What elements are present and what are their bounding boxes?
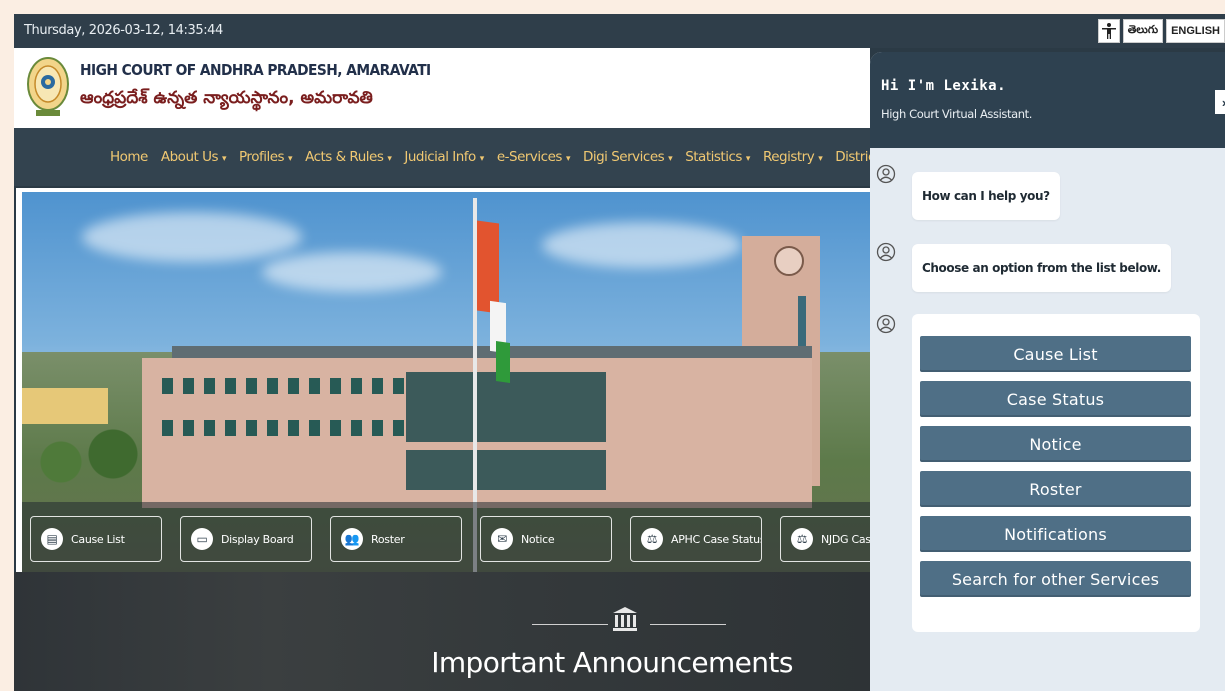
close-icon[interactable]: ›: [1215, 90, 1225, 114]
nav-item-e-services[interactable]: e-Services ▾: [496, 149, 571, 165]
chat-options-card: Cause List Case Status Notice Roster Notific…: [912, 314, 1200, 632]
nav-item-label: Statistics: [685, 149, 742, 165]
nav-item-label: e-Services: [496, 149, 563, 165]
chat-option-roster[interactable]: Roster: [920, 471, 1191, 507]
quick-link-label: Cause List: [71, 532, 125, 546]
chat-option-case-status[interactable]: Case Status: [920, 381, 1191, 417]
nav-item-judicial-info[interactable]: Judicial Info ▾: [404, 149, 485, 165]
quick-link-aphc-case-status[interactable]: ⚖ APHC Case Status: [630, 516, 762, 562]
main-navigation: Home About Us ▾ Profiles ▾ Acts & Rules ▾ Judic…: [14, 128, 870, 186]
quick-link-roster[interactable]: 👥 Roster: [330, 516, 462, 562]
quick-links-strip: ▤ Cause List ▭ Display Board 👥 Roster ✉ Notice ⚖…: [22, 502, 870, 572]
quick-link-label: NJDG Case: [821, 532, 870, 546]
court-name-telugu: ఆంధ్రప్రదేశ్ ఉన్నత న్యాయస్థానం, అమరావతి: [80, 88, 373, 108]
chevron-down-icon: ▾: [222, 154, 227, 164]
nav-item-registry[interactable]: Registry ▾: [762, 149, 823, 165]
announcements-section: Important Announcements: [14, 572, 870, 691]
top-utility-actions: తెలుగు ENGLISH: [1097, 19, 1225, 43]
chevron-down-icon: ▾: [387, 154, 392, 164]
scales-icon: ⚖: [791, 528, 813, 550]
nav-item-label: Digi Services: [582, 149, 665, 165]
nav-item-about-us[interactable]: About Us ▾: [160, 149, 227, 165]
chevron-down-icon: ▾: [288, 154, 293, 164]
chevron-down-icon: ▾: [479, 154, 485, 164]
quick-link-label: Roster: [371, 532, 405, 546]
chat-option-search-for-other-services[interactable]: Search for other Services: [920, 561, 1191, 597]
browser-viewport: Thursday, 2026-03-12, 14:35:44 తెలుగు EN…: [14, 14, 1225, 691]
site-header: HIGH COURT OF ANDHRA PRADESH, AMARAVATI …: [14, 48, 870, 128]
nav-item-label: District: [835, 149, 870, 165]
chat-option-cause-list[interactable]: Cause List: [920, 336, 1191, 372]
envelope-icon: ✉: [491, 528, 513, 550]
nav-item-label: Registry: [762, 149, 815, 165]
chat-message: How can I help you?: [912, 172, 1060, 220]
nav-item-digi-services[interactable]: Digi Services ▾: [582, 149, 673, 165]
language-telugu-link[interactable]: తెలుగు: [1122, 19, 1164, 43]
accessibility-icon-graphic: [1101, 23, 1116, 39]
user-avatar-icon: [876, 242, 898, 264]
quick-link-display-board[interactable]: ▭ Display Board: [180, 516, 312, 562]
nav-item-district[interactable]: District: [835, 149, 870, 165]
nav-item-label: Home: [110, 149, 148, 165]
chat-message: Choose an option from the list below.: [912, 244, 1171, 292]
chat-option-notice[interactable]: Notice: [920, 426, 1191, 462]
chevron-down-icon: ▾: [565, 154, 571, 164]
chat-option-notifications[interactable]: Notifications: [920, 516, 1191, 552]
chevron-down-icon: ▾: [818, 154, 823, 164]
chatbot-title: Hi I'm Lexika.: [881, 78, 1007, 94]
nav-item-label: Judicial Info: [404, 149, 476, 165]
courthouse-icon: [610, 604, 640, 634]
court-name-english: HIGH COURT OF ANDHRA PRADESH, AMARAVATI: [80, 61, 431, 79]
quick-link-cause-list[interactable]: ▤ Cause List: [30, 516, 162, 562]
nav-item-acts-rules[interactable]: Acts & Rules ▾: [305, 149, 392, 165]
emblem-logo[interactable]: [26, 54, 70, 120]
nav-item-label: Profiles: [239, 149, 285, 165]
document-icon: ▤: [41, 528, 63, 550]
user-avatar-icon: [876, 314, 898, 336]
nav-item-profiles[interactable]: Profiles ▾: [239, 149, 293, 165]
chevron-down-icon: ▾: [745, 154, 751, 164]
hero-banner: ▤ Cause List ▭ Display Board 👥 Roster ✉ Notice ⚖…: [16, 188, 870, 572]
chatbot-subtitle: High Court Virtual Assistant.: [881, 107, 1033, 121]
current-datetime: Thursday, 2026-03-12, 14:35:44: [24, 23, 223, 38]
chatbot-header: Hi I'm Lexika. High Court Virtual Assist…: [870, 52, 1225, 148]
accessibility-icon[interactable]: [1097, 19, 1120, 43]
scales-icon: ⚖: [641, 528, 663, 550]
top-utility-bar: Thursday, 2026-03-12, 14:35:44 తెలుగు EN…: [14, 14, 1225, 48]
clock-tower-clock: [774, 246, 804, 276]
quick-link-njdg-case[interactable]: ⚖ NJDG Case: [780, 516, 870, 562]
nav-item-label: About Us: [160, 149, 219, 165]
quick-link-label: APHC Case Status: [671, 532, 762, 546]
language-english-link[interactable]: ENGLISH: [1166, 19, 1225, 43]
chatbot-panel: Hi I'm Lexika. High Court Virtual Assist…: [870, 52, 1225, 691]
high-court-building-photo: ▤ Cause List ▭ Display Board 👥 Roster ✉ Notice ⚖…: [22, 192, 870, 572]
user-avatar-icon: [876, 164, 898, 186]
quick-link-label: Display Board: [221, 532, 294, 546]
nav-item-statistics[interactable]: Statistics ▾: [685, 149, 750, 165]
quick-link-notice[interactable]: ✉ Notice: [480, 516, 612, 562]
quick-link-label: Notice: [521, 532, 555, 546]
nav-item-home[interactable]: Home: [110, 149, 148, 165]
chevron-down-icon: ▾: [668, 154, 673, 164]
people-icon: 👥: [341, 528, 363, 550]
nav-item-label: Acts & Rules: [305, 149, 384, 165]
monitor-icon: ▭: [191, 528, 213, 550]
